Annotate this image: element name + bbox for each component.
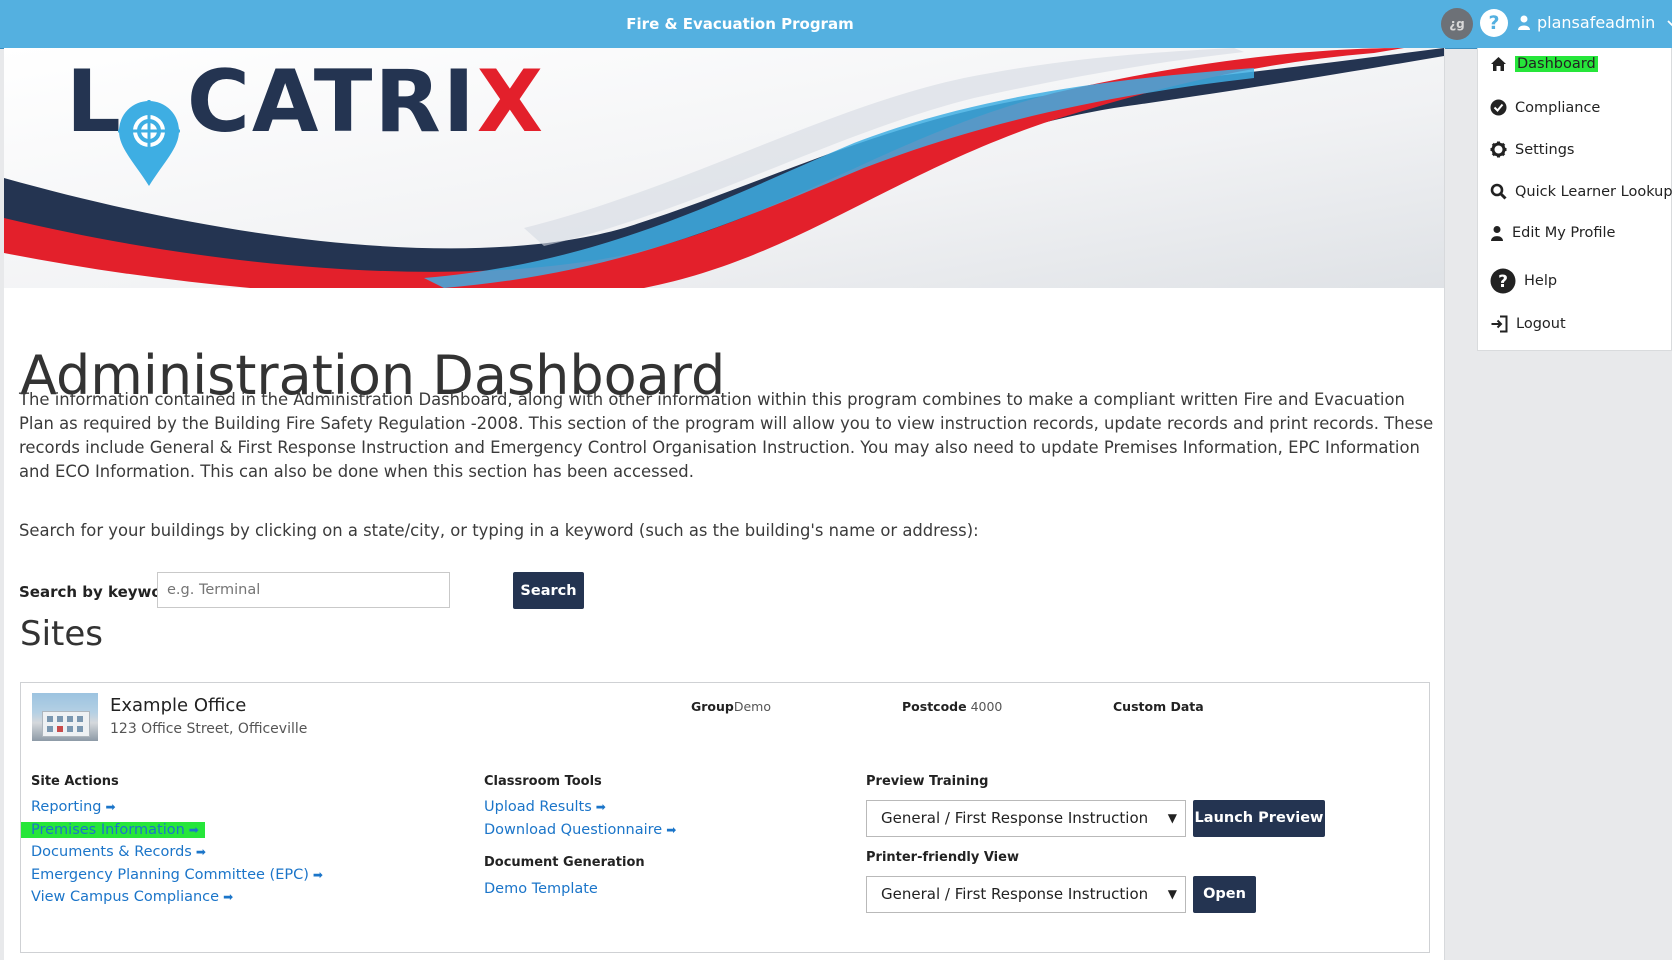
search-input[interactable] bbox=[157, 572, 450, 608]
reporting-link-label: Reporting bbox=[31, 799, 102, 815]
menu-item-label: Dashboard bbox=[1515, 56, 1598, 72]
main-content: L CATRIX Administration Dashboard The inf… bbox=[4, 48, 1445, 960]
download-questionnaire-link-label: Download Questionnaire bbox=[484, 822, 663, 838]
help-button[interactable]: ? bbox=[1480, 9, 1508, 37]
svg-text:?: ? bbox=[1498, 272, 1508, 292]
printer-friendly-select[interactable]: General / First Response Instruction ▼ bbox=[866, 876, 1186, 913]
location-pin-icon bbox=[118, 100, 180, 186]
user-menu-toggle[interactable]: plansafeadmin bbox=[1517, 13, 1672, 32]
top-bar: Fire & Evacuation Program ¿g ? plansafea… bbox=[0, 0, 1672, 49]
arrow-right-icon: ➡ bbox=[312, 868, 323, 882]
arrow-right-icon: ➡ bbox=[223, 890, 234, 904]
menu-item-help[interactable]: ? Help bbox=[1490, 268, 1557, 294]
site-address: 123 Office Street, Officeville bbox=[110, 721, 308, 737]
download-questionnaire-link[interactable]: Download Questionnaire ➡ bbox=[484, 822, 676, 838]
postcode-value: 4000 bbox=[970, 699, 1003, 714]
site-name[interactable]: Example Office bbox=[110, 695, 246, 716]
site-custom-data: Custom Data bbox=[1113, 699, 1204, 714]
menu-item-edit-my-profile[interactable]: Edit My Profile bbox=[1490, 225, 1615, 241]
preview-training-heading: Preview Training bbox=[866, 774, 989, 789]
site-card: Example Office 123 Office Street, Office… bbox=[20, 682, 1430, 953]
search-button[interactable]: Search bbox=[513, 572, 584, 609]
open-button[interactable]: Open bbox=[1193, 876, 1256, 913]
chevron-down-icon bbox=[1667, 19, 1672, 26]
arrow-right-icon: ➡ bbox=[595, 800, 606, 814]
building-image bbox=[42, 711, 90, 737]
menu-item-label: Compliance bbox=[1515, 99, 1601, 116]
epc-link[interactable]: Emergency Planning Committee (EPC) ➡ bbox=[31, 867, 323, 883]
menu-item-compliance[interactable]: Compliance bbox=[1490, 99, 1600, 116]
printer-friendly-heading: Printer-friendly View bbox=[866, 850, 1019, 865]
header-banner: L CATRIX bbox=[4, 48, 1444, 288]
home-icon bbox=[1491, 57, 1506, 71]
arrow-right-icon: ➡ bbox=[188, 823, 199, 837]
user-icon bbox=[1491, 226, 1503, 241]
menu-item-label: Logout bbox=[1516, 316, 1566, 332]
check-circle-icon bbox=[1490, 99, 1507, 116]
site-group: GroupDemo bbox=[691, 699, 771, 714]
menu-item-label: Settings bbox=[1515, 141, 1575, 158]
chevron-down-icon: ▼ bbox=[1167, 887, 1177, 901]
view-campus-compliance-link[interactable]: View Campus Compliance ➡ bbox=[31, 889, 233, 905]
preview-training-select[interactable]: General / First Response Instruction ▼ bbox=[866, 800, 1186, 837]
menu-item-quick-learner-lookup[interactable]: Quick Learner Lookup bbox=[1490, 183, 1672, 200]
help-circle-icon: ? bbox=[1490, 268, 1516, 294]
postcode-label: Postcode bbox=[902, 699, 967, 714]
intro-text: The information contained in the Adminis… bbox=[19, 390, 1434, 481]
menu-item-label: Edit My Profile bbox=[1512, 225, 1616, 241]
sites-heading: Sites bbox=[20, 614, 103, 654]
site-thumbnail[interactable] bbox=[32, 693, 98, 741]
group-value: Demo bbox=[733, 699, 771, 714]
search-label: Search by keyword bbox=[19, 583, 180, 601]
view-campus-compliance-link-label: View Campus Compliance bbox=[31, 889, 220, 905]
premises-information-link-label: Premises Information bbox=[31, 822, 185, 838]
user-dropdown-menu: Dashboard Compliance Settings Quick Lear… bbox=[1477, 48, 1672, 351]
upload-results-link[interactable]: Upload Results ➡ bbox=[484, 799, 606, 815]
app-title: Fire & Evacuation Program bbox=[626, 15, 854, 33]
username: plansafeadmin bbox=[1537, 13, 1656, 32]
menu-item-label: Quick Learner Lookup bbox=[1515, 183, 1672, 200]
search-hint: Search for your buildings by clicking on… bbox=[19, 521, 979, 540]
documents-records-link[interactable]: Documents & Records ➡ bbox=[31, 844, 206, 860]
menu-item-dashboard[interactable]: Dashboard bbox=[1490, 56, 1598, 72]
menu-item-settings[interactable]: Settings bbox=[1490, 141, 1574, 158]
arrow-right-icon: ➡ bbox=[666, 823, 677, 837]
arrow-right-icon: ➡ bbox=[195, 845, 206, 859]
classroom-tools-heading: Classroom Tools bbox=[484, 774, 602, 789]
site-postcode: Postcode 4000 bbox=[902, 699, 1002, 714]
printer-friendly-selected: General / First Response Instruction bbox=[881, 885, 1149, 903]
gear-icon bbox=[1490, 141, 1507, 158]
menu-item-label: Help bbox=[1524, 273, 1558, 289]
documents-records-link-label: Documents & Records bbox=[31, 844, 192, 860]
group-label: Group bbox=[691, 699, 734, 714]
upload-results-link-label: Upload Results bbox=[484, 799, 592, 815]
chevron-down-icon: ▼ bbox=[1167, 811, 1177, 825]
preview-training-selected: General / First Response Instruction bbox=[881, 809, 1149, 827]
launch-preview-button[interactable]: Launch Preview bbox=[1193, 800, 1325, 837]
custom-data-label: Custom Data bbox=[1113, 699, 1204, 714]
demo-template-link[interactable]: Demo Template bbox=[484, 881, 598, 897]
user-icon bbox=[1518, 15, 1530, 30]
document-generation-heading: Document Generation bbox=[484, 855, 645, 870]
reporting-link[interactable]: Reporting ➡ bbox=[31, 799, 116, 815]
premises-information-link[interactable]: Premises Information ➡ bbox=[21, 822, 205, 838]
search-icon bbox=[1490, 183, 1507, 200]
epc-link-label: Emergency Planning Committee (EPC) bbox=[31, 867, 309, 883]
arrow-right-icon: ➡ bbox=[105, 800, 116, 814]
logout-icon bbox=[1491, 315, 1508, 333]
accessibility-avatar-button[interactable]: ¿g bbox=[1441, 8, 1473, 40]
menu-item-logout[interactable]: Logout bbox=[1490, 315, 1566, 333]
site-actions-heading: Site Actions bbox=[31, 774, 119, 789]
